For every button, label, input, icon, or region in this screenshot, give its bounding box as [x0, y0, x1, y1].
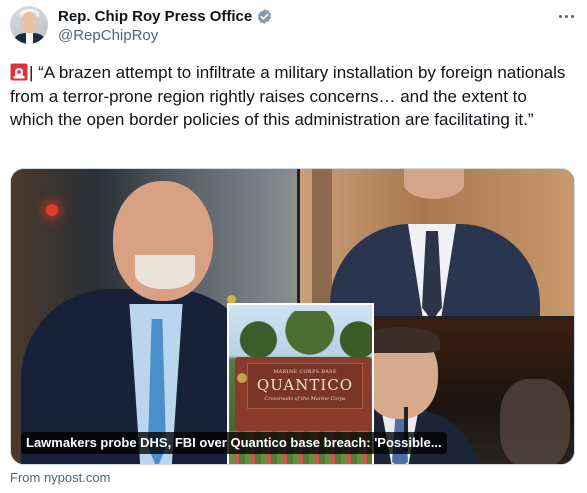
- author-display-name[interactable]: Rep. Chip Roy Press Office: [58, 8, 252, 25]
- card-headline[interactable]: Lawmakers probe DHS, FBI over Quantico b…: [21, 432, 447, 454]
- verified-badge-icon[interactable]: [256, 8, 273, 25]
- card-source[interactable]: From nypost.com: [10, 470, 110, 485]
- link-card[interactable]: MARINE CORPS BASE QUANTICO Crossroads of…: [10, 168, 575, 465]
- official-portrait-photo: [300, 169, 574, 316]
- door-frame: [312, 169, 332, 316]
- avatar-face: [21, 12, 38, 33]
- sign-sub-text: Crossroads of the Marine Corps: [264, 396, 346, 402]
- more-dot: [558, 14, 562, 18]
- more-dot: [570, 14, 574, 18]
- marine-seal-icon: [237, 373, 247, 383]
- sign-top-text: MARINE CORPS BASE: [273, 369, 337, 375]
- sign-plaque: MARINE CORPS BASE QUANTICO Crossroads of…: [247, 363, 363, 409]
- tweet-text-block: | “A brazen attempt to infiltrate a mili…: [10, 61, 570, 132]
- beard: [135, 255, 195, 289]
- author-name-row: Rep. Chip Roy Press Office: [58, 6, 273, 26]
- more-dot: [564, 14, 568, 18]
- rotating-light-icon: [10, 63, 28, 81]
- trees: [229, 311, 372, 359]
- background-light: [46, 204, 58, 216]
- author-avatar[interactable]: [10, 6, 48, 44]
- background-person: [500, 379, 570, 464]
- more-options-icon[interactable]: [553, 6, 579, 26]
- tweet-text: | “A brazen attempt to infiltrate a mili…: [10, 63, 566, 129]
- sign-main-text: QUANTICO: [256, 376, 354, 394]
- chin: [404, 169, 464, 199]
- author-handle[interactable]: @RepChipRoy: [58, 27, 158, 44]
- tweet: Rep. Chip Roy Press Office @RepChipRoy |…: [0, 0, 587, 493]
- avatar-shirt: [26, 33, 33, 44]
